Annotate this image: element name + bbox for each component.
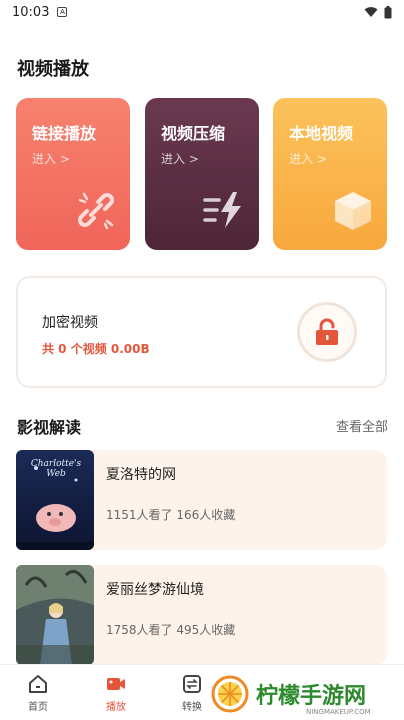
battery-icon — [384, 5, 392, 18]
link-play-card[interactable]: 链接播放 进入 > — [16, 98, 130, 250]
section-title-video: 视频播放 — [17, 59, 89, 80]
card-title: 链接播放 — [32, 124, 97, 143]
encrypted-title: 加密视频 — [42, 315, 98, 331]
notification-icon: A — [57, 7, 68, 17]
movie-item[interactable]: Charlotte's Web 夏洛特的网 1151人看了 166人收藏 — [16, 450, 387, 550]
status-icons — [364, 5, 392, 19]
lightning-icon — [203, 192, 241, 228]
encrypted-stats: 共 0 个视频 0.00B — [42, 342, 150, 356]
link-icon — [78, 192, 114, 230]
card-title: 本地视频 — [289, 124, 354, 143]
lock-button[interactable] — [297, 302, 357, 362]
lock-icon — [316, 318, 338, 345]
movie-title: 爱丽丝梦游仙境 — [106, 582, 204, 598]
nav-label: 转换 — [182, 702, 202, 713]
local-video-card[interactable]: 本地视频 进入 > — [273, 98, 387, 250]
poster-title: Charlotte's Web — [30, 459, 82, 479]
card-enter-link[interactable]: 进入 > — [161, 150, 199, 167]
convert-icon — [183, 675, 201, 693]
encrypted-video-card[interactable]: 加密视频 共 0 个视频 0.00B — [16, 276, 387, 388]
movie-title: 夏洛特的网 — [106, 467, 176, 483]
nav-item-home[interactable]: 首页 — [16, 673, 60, 713]
section-title-reviews: 影视解读 — [17, 418, 82, 437]
card-enter-link[interactable]: 进入 > — [32, 150, 70, 167]
movie-stats: 1151人看了 166人收藏 — [106, 508, 236, 522]
movie-stats: 1758人看了 495人收藏 — [106, 623, 236, 637]
watermark-subtext: NINGMAKEUP.COM — [306, 708, 371, 716]
view-all-link[interactable]: 查看全部 — [336, 416, 388, 435]
watermark: 柠檬手游网 NINGMAKEUP.COM — [210, 668, 404, 720]
movie-poster — [16, 565, 94, 665]
card-enter-link[interactable]: 进入 > — [289, 150, 327, 167]
nav-label: 首页 — [28, 702, 48, 713]
nav-item-play[interactable]: 播放 — [94, 673, 138, 713]
status-time: 10:03 — [12, 4, 50, 20]
movie-item[interactable]: 爱丽丝梦游仙境 1758人看了 495人收藏 — [16, 565, 387, 665]
video-compress-card[interactable]: 视频压缩 进入 > — [145, 98, 259, 250]
box-icon — [335, 192, 371, 230]
movie-poster: Charlotte's Web — [16, 450, 94, 550]
status-bar: 10:03 A — [0, 0, 404, 24]
lemon-logo-icon — [211, 675, 249, 713]
nav-item-convert[interactable]: 转换 — [170, 673, 214, 713]
nav-label: 播放 — [106, 702, 126, 713]
watermark-text: 柠檬手游网 — [256, 684, 367, 709]
card-title: 视频压缩 — [161, 124, 226, 143]
video-camera-icon — [107, 678, 125, 690]
wifi-icon — [364, 7, 378, 17]
home-icon — [29, 675, 47, 693]
